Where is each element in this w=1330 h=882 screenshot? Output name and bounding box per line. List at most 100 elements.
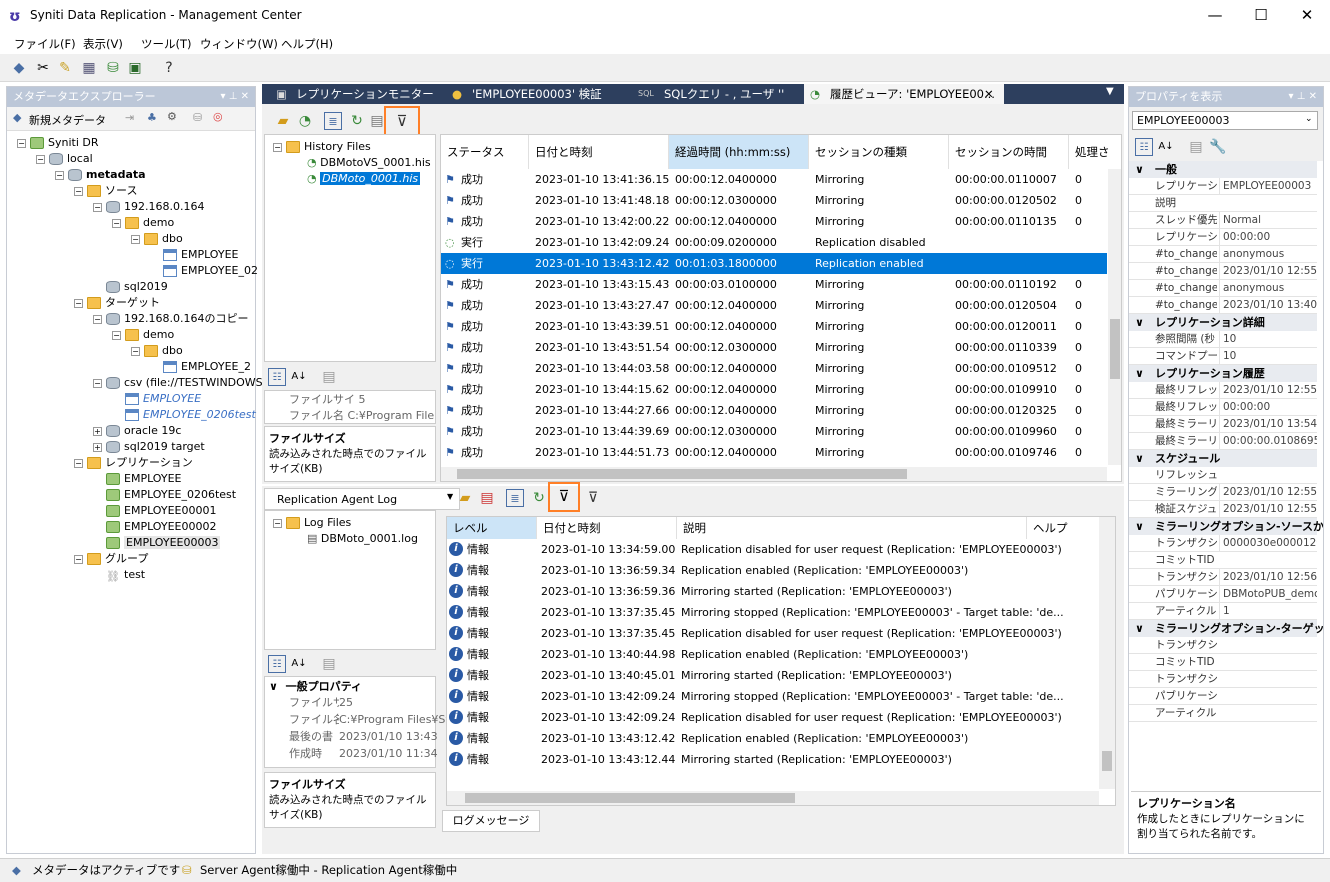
- log-row[interactable]: i 情報 2023-01-10 13:43:12.42 Replication ena…: [447, 728, 1099, 749]
- prop-row[interactable]: #to_change anonymous: [1129, 280, 1317, 297]
- tree-node[interactable]: EMPLOYEE_2: [150, 359, 251, 375]
- history-row[interactable]: ⚑ 成功 2023-01-10 13:43:51.54 00:00:12.030000…: [441, 337, 1107, 358]
- tables-icon[interactable]: ▦: [80, 59, 98, 77]
- history-hscrollbar[interactable]: [441, 467, 1107, 481]
- prop-row[interactable]: 最終リフレッ 2023/01/10 12:55:5: [1129, 382, 1317, 399]
- tree-node[interactable]: − 192.168.0.164: [93, 199, 204, 215]
- tree-node[interactable]: EMPLOYEE00002: [93, 519, 216, 535]
- prop-row[interactable]: コマンドプー 10: [1129, 348, 1317, 365]
- open-folder-icon[interactable]: ▰: [274, 112, 292, 130]
- scroll-thumb[interactable]: [1102, 751, 1112, 771]
- property-pages-icon[interactable]: ▤: [320, 655, 338, 673]
- tree-node[interactable]: − local: [36, 151, 93, 167]
- collapse-icon[interactable]: ∨: [1135, 365, 1144, 382]
- property-pages-icon[interactable]: ▤: [320, 368, 338, 386]
- categorized-icon[interactable]: ☷: [268, 655, 286, 673]
- list-view-icon[interactable]: ≣: [506, 489, 524, 507]
- disconnect-icon[interactable]: ⇥: [125, 111, 134, 124]
- prop-row[interactable]: 参照間隔 (秒 10: [1129, 331, 1317, 348]
- tab-replication-monitor[interactable]: ▣ レプリケーションモニター: [270, 84, 434, 104]
- log-row[interactable]: i 情報 2023-01-10 13:40:45.01 Mirroring start…: [447, 665, 1099, 686]
- edit-icon[interactable]: ✎: [56, 59, 74, 77]
- history-row[interactable]: ⚑ 成功 2023-01-10 13:44:39.69 00:00:12.030000…: [441, 421, 1107, 442]
- prop-row[interactable]: #to_change 2023/01/10 13:40:3: [1129, 297, 1317, 314]
- log-column-header[interactable]: 日付と時刻: [537, 517, 677, 539]
- history-column-header[interactable]: 日付と時刻: [529, 135, 669, 169]
- refresh-icon[interactable]: ↻: [348, 112, 366, 130]
- tree-node[interactable]: − レプリケーション: [74, 455, 193, 471]
- cube-icon[interactable]: ◆: [10, 59, 28, 77]
- prop-row[interactable]: パブリケーショDBMotoPUB_demo: [1129, 586, 1317, 603]
- prop-row[interactable]: 最後の書 2023/01/10 13:43: [289, 729, 438, 745]
- log-column-header[interactable]: レベル: [447, 517, 537, 539]
- log-row[interactable]: i 情報 2023-01-10 13:37:35.45 Mirroring stopp…: [447, 602, 1099, 623]
- tree-node[interactable]: − dbo: [131, 231, 183, 247]
- expand-toggle-icon[interactable]: −: [55, 170, 64, 180]
- collapse-icon[interactable]: ∨: [1135, 620, 1144, 637]
- tree-node[interactable]: EMPLOYEE: [150, 247, 239, 263]
- tab-list-dropdown-icon[interactable]: ▼: [1106, 86, 1114, 97]
- expand-toggle-icon[interactable]: −: [131, 234, 140, 244]
- new-metadata-button[interactable]: 新規メタデータ: [29, 112, 106, 128]
- expand-toggle-icon[interactable]: −: [74, 554, 83, 564]
- prop-row[interactable]: #to_change anonymous: [1129, 246, 1317, 263]
- log-row[interactable]: i 情報 2023-01-10 13:36:59.36 Mirroring start…: [447, 581, 1099, 602]
- tree-node[interactable]: − 192.168.0.164のコピー: [93, 311, 248, 327]
- prop-row[interactable]: トランザクショ0000030e0000120c0: [1129, 535, 1317, 552]
- history-column-header[interactable]: セッションの種類: [809, 135, 949, 169]
- expand-toggle-icon[interactable]: −: [93, 202, 102, 212]
- log-row[interactable]: i 情報 2023-01-10 13:34:59.00 Replication dis…: [447, 539, 1099, 560]
- tab-sql-query[interactable]: SQL SQLクエリ - , ユーザ '': [636, 84, 784, 104]
- expand-toggle-icon[interactable]: −: [17, 138, 26, 148]
- collapse-icon[interactable]: ∨: [1135, 161, 1144, 178]
- prop-row[interactable]: リフレッシュ: [1129, 467, 1317, 484]
- prop-row[interactable]: トランザクショ2023/01/10 12:56:4: [1129, 569, 1317, 586]
- expand-toggle-icon[interactable]: −: [131, 346, 140, 356]
- database-gray-icon[interactable]: ⛁: [193, 111, 202, 124]
- log-file-item[interactable]: ▤ DBMoto_0001.log: [307, 531, 418, 547]
- menu-help[interactable]: ヘルプ(H): [281, 36, 333, 52]
- history-column-header[interactable]: ステータス: [441, 135, 529, 169]
- maximize-button[interactable]: ☐: [1238, 0, 1284, 32]
- tree-node[interactable]: EMPLOYEE_02: [150, 263, 258, 279]
- tab-history-viewer[interactable]: ◔ 履歴ビューア: 'EMPLOYEE00... ✕: [804, 84, 1004, 104]
- clear-filter-icon[interactable]: ⊽: [584, 489, 602, 507]
- tree-node[interactable]: EMPLOYEE00001: [93, 503, 216, 519]
- prop-section[interactable]: ∨ スケジュール: [1129, 450, 1317, 467]
- prop-row[interactable]: レプリケーショEMPLOYEE00003: [1129, 178, 1317, 195]
- help-icon[interactable]: ?: [160, 59, 178, 77]
- sort-az-icon[interactable]: A↓: [1157, 138, 1175, 156]
- monitor-icon[interactable]: ▣: [126, 59, 144, 77]
- menu-view[interactable]: 表示(V): [83, 36, 123, 52]
- tools-icon[interactable]: ✂: [34, 59, 52, 77]
- history-file-item-selected[interactable]: ◔ DBMoto_0001.his: [307, 171, 421, 187]
- expand-toggle-icon[interactable]: −: [112, 218, 121, 228]
- history-row[interactable]: ⚑ 成功 2023-01-10 13:44:51.73 00:00:12.040000…: [441, 442, 1107, 463]
- history-row[interactable]: ⚑ 成功 2023-01-10 13:43:27.47 00:00:12.040000…: [441, 295, 1107, 316]
- prop-section[interactable]: ∨ ミラーリングオプション-ソースから: [1129, 518, 1323, 535]
- collapse-icon[interactable]: ∨: [1135, 518, 1144, 535]
- tree-node[interactable]: EMPLOYEE: [93, 471, 182, 487]
- close-button[interactable]: ✕: [1284, 0, 1330, 32]
- prop-row[interactable]: ファイルサイ 5: [289, 392, 366, 408]
- sort-az-icon[interactable]: A↓: [290, 368, 308, 386]
- refresh-color-icon[interactable]: ◎: [213, 110, 223, 123]
- prop-row[interactable]: ファイル名 C:¥Program File: [289, 408, 434, 424]
- tree-node[interactable]: − demo: [112, 215, 174, 231]
- expand-toggle-icon[interactable]: −: [93, 378, 102, 388]
- tree-node[interactable]: − グループ: [74, 551, 148, 567]
- users-icon[interactable]: ♣: [147, 111, 157, 124]
- prop-section[interactable]: ∨ ミラーリングオプション-ターゲット: [1129, 620, 1323, 637]
- log-row[interactable]: i 情報 2023-01-10 13:43:12.44 Mirroring start…: [447, 749, 1099, 770]
- history-row[interactable]: ⚑ 成功 2023-01-10 13:41:36.15 00:00:12.040000…: [441, 169, 1107, 190]
- prop-row[interactable]: ファイル名C:¥Program Files¥Sy: [289, 712, 452, 728]
- history-file-item[interactable]: ◔ DBMotoVS_0001.his: [307, 155, 431, 171]
- expand-toggle-icon[interactable]: −: [112, 330, 121, 340]
- prop-section[interactable]: ∨ 一般プロパティ: [269, 679, 362, 695]
- log-vscrollbar[interactable]: [1099, 517, 1115, 789]
- filter-icon[interactable]: ⊽: [548, 482, 580, 512]
- prop-section[interactable]: ∨ レプリケーション詳細: [1129, 314, 1317, 331]
- expand-toggle-icon[interactable]: −: [74, 298, 83, 308]
- menu-tools[interactable]: ツール(T): [141, 36, 192, 52]
- tree-node[interactable]: EMPLOYEE_0206test: [93, 487, 236, 503]
